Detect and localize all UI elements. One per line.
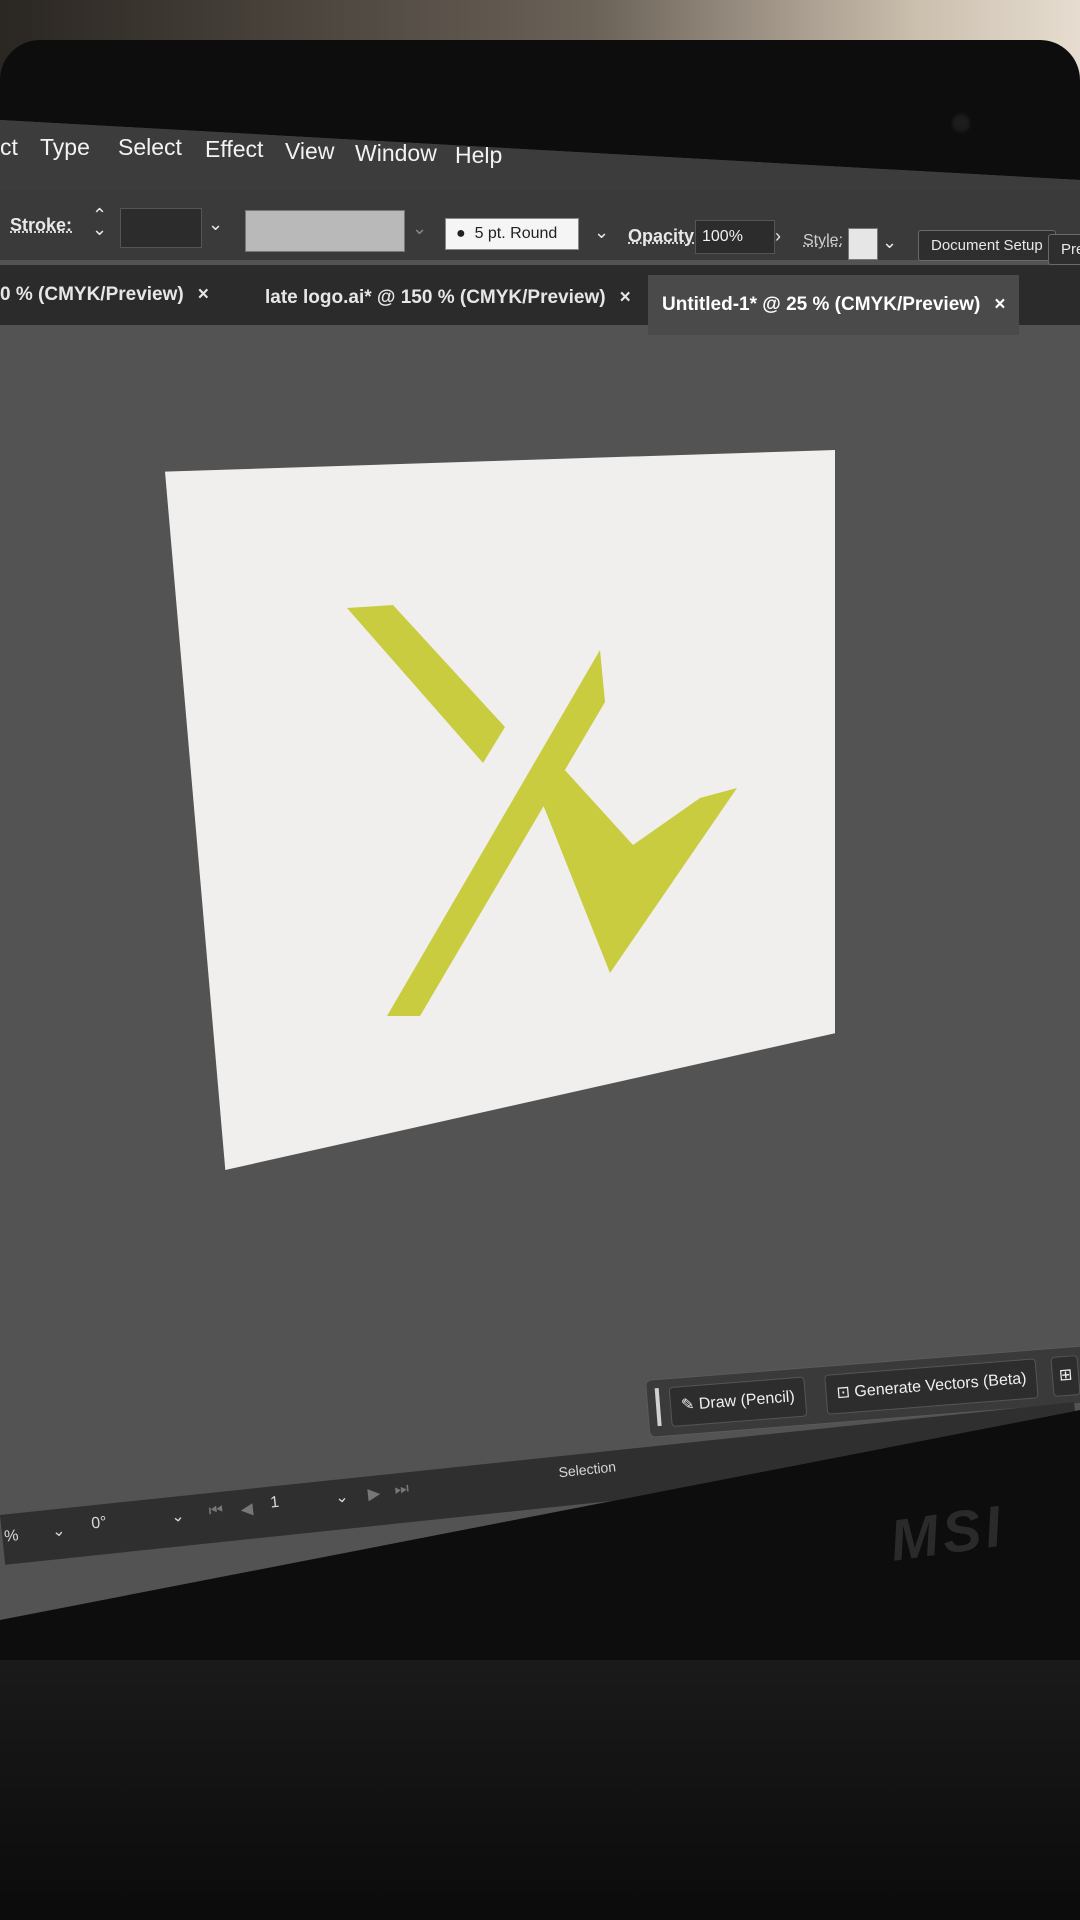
stroke-stepper-icon[interactable]: ⌃ ⌄ bbox=[92, 206, 107, 238]
generate-vectors-button[interactable]: ⊡ Generate Vectors (Beta) bbox=[824, 1358, 1040, 1415]
chevron-down-icon[interactable]: ⌄ bbox=[594, 222, 609, 243]
chevron-down-icon[interactable]: ⌄ bbox=[170, 1506, 185, 1527]
first-artboard-icon[interactable]: ⏮ bbox=[208, 1502, 224, 1521]
chevron-down-icon[interactable]: ⌄ bbox=[208, 214, 223, 235]
logo-right-stroke bbox=[542, 768, 737, 973]
current-tool: Selection bbox=[557, 1458, 617, 1481]
more-icon: ⊞ bbox=[1058, 1366, 1073, 1385]
webcam bbox=[950, 112, 972, 134]
opacity-field[interactable]: 100% bbox=[695, 220, 775, 254]
brush-dot-icon: ● bbox=[456, 225, 466, 242]
logo-artwork[interactable] bbox=[165, 450, 835, 1170]
stroke-label: Stroke: bbox=[10, 215, 73, 235]
stroke-weight-field[interactable] bbox=[120, 208, 202, 248]
previous-artboard-icon[interactable]: ◀ bbox=[240, 1499, 254, 1520]
chevron-down-icon[interactable]: ⌄ bbox=[412, 218, 427, 239]
keyboard-deck bbox=[0, 1660, 1080, 1920]
logo-upper-stroke bbox=[347, 605, 505, 763]
pencil-icon: ✎ bbox=[680, 1396, 696, 1415]
draw-label: Draw (Pencil) bbox=[698, 1388, 796, 1413]
brush-label: 5 pt. Round bbox=[474, 225, 558, 242]
menu-object[interactable]: ct bbox=[0, 134, 18, 161]
close-icon[interactable]: × bbox=[198, 284, 209, 305]
control-bar: Stroke: ⌃ ⌄ ⌄ ⌄ ● 5 pt. Round ⌄ Opacity: … bbox=[0, 190, 1080, 265]
chevron-down-icon[interactable]: ⌄ bbox=[334, 1487, 349, 1508]
document-setup-button[interactable]: Document Setup bbox=[918, 230, 1056, 261]
tab-label: 0 % (CMYK/Preview) bbox=[0, 284, 184, 305]
illustrator-window: ct Type Select Effect View Window Help S… bbox=[0, 120, 1080, 1620]
opacity-label: Opacity: bbox=[628, 226, 701, 246]
variable-width-profile[interactable] bbox=[245, 210, 405, 252]
close-icon[interactable]: × bbox=[994, 294, 1005, 315]
menu-effect[interactable]: Effect bbox=[205, 136, 263, 163]
artboard-number[interactable]: 1 bbox=[269, 1494, 280, 1513]
menu-window[interactable]: Window bbox=[355, 140, 437, 167]
artboard[interactable] bbox=[165, 450, 835, 1170]
generate-icon: ⊡ bbox=[835, 1383, 851, 1402]
drag-handle[interactable] bbox=[654, 1387, 662, 1427]
tab-label: Untitled-1* @ 25 % (CMYK/Preview) bbox=[662, 294, 981, 315]
document-tabs: 0 % (CMYK/Preview) × late logo.ai* @ 150 … bbox=[0, 265, 1080, 335]
chevron-down-icon[interactable]: ⌄ bbox=[51, 1520, 66, 1541]
menu-select[interactable]: Select bbox=[118, 134, 182, 161]
close-icon[interactable]: × bbox=[620, 287, 631, 308]
brush-definition[interactable]: ● 5 pt. Round bbox=[445, 218, 579, 250]
next-artboard-icon[interactable]: ▶ bbox=[367, 1483, 381, 1504]
menu-type[interactable]: Type bbox=[40, 134, 90, 161]
style-label: Style: bbox=[803, 232, 844, 249]
more-options-button[interactable]: ⊞ bbox=[1050, 1354, 1080, 1397]
menu-view[interactable]: View bbox=[285, 138, 334, 165]
draw-pencil-button[interactable]: ✎ Draw (Pencil) bbox=[668, 1376, 808, 1428]
chevron-right-icon[interactable]: › bbox=[775, 226, 781, 247]
tab-document-1[interactable]: 0 % (CMYK/Preview) × bbox=[0, 265, 209, 325]
last-artboard-icon[interactable]: ⏭ bbox=[394, 1480, 410, 1499]
tab-label: late logo.ai* @ 150 % (CMYK/Preview) bbox=[265, 287, 606, 308]
graphic-style-swatch[interactable] bbox=[848, 228, 878, 260]
generate-label: Generate Vectors (Beta) bbox=[853, 1370, 1028, 1401]
zoom-value[interactable]: % bbox=[3, 1527, 19, 1546]
rotation-value[interactable]: 0° bbox=[91, 1514, 108, 1534]
preferences-button[interactable]: Pre bbox=[1048, 234, 1080, 265]
chevron-down-icon[interactable]: ⌄ bbox=[882, 232, 897, 253]
tab-untitled-1[interactable]: Untitled-1* @ 25 % (CMYK/Preview) × bbox=[648, 275, 1020, 335]
tab-document-2[interactable]: late logo.ai* @ 150 % (CMYK/Preview) × bbox=[265, 268, 631, 328]
